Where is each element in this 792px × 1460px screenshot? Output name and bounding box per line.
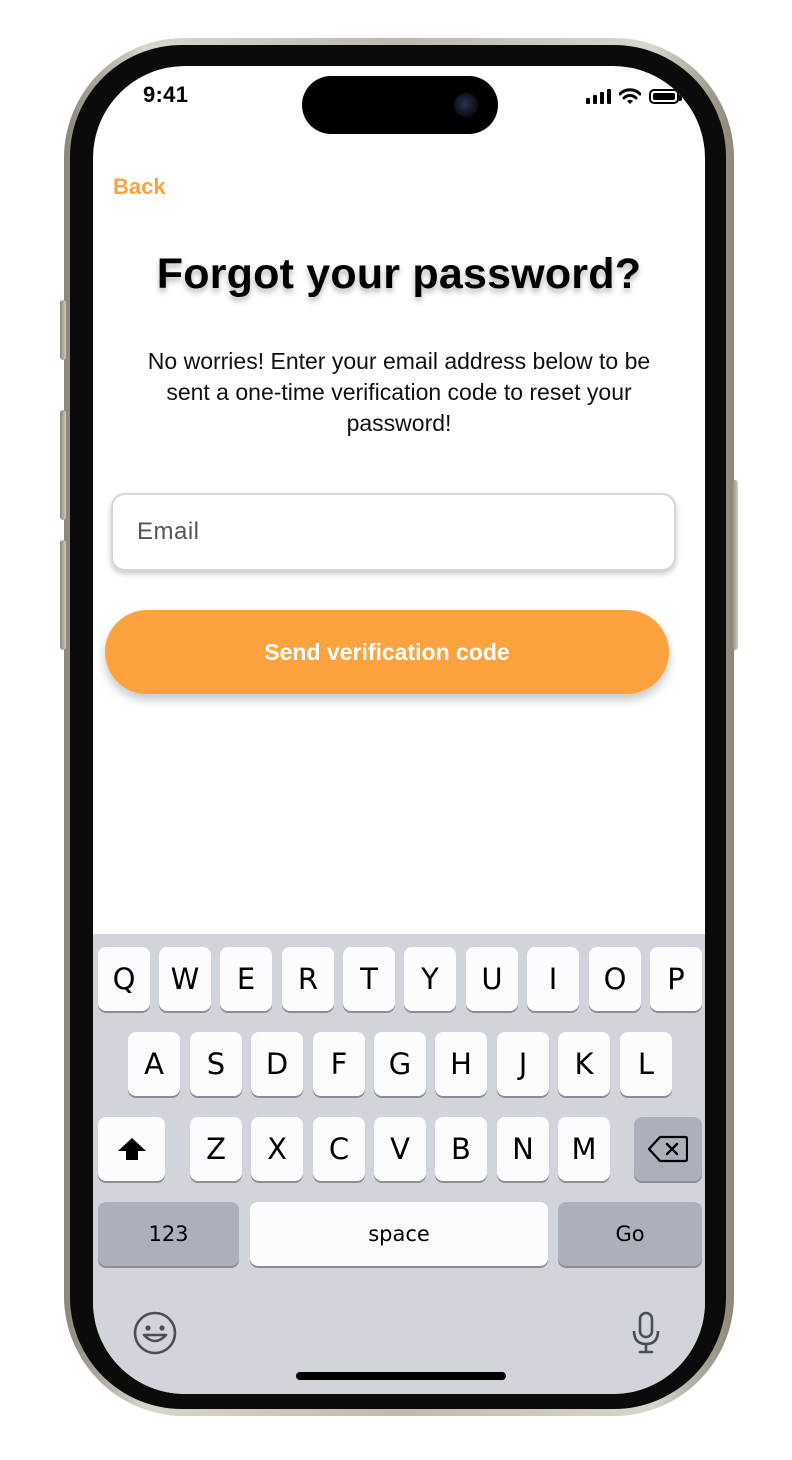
home-indicator	[296, 1372, 506, 1380]
volume-up-button	[60, 410, 66, 520]
key-j[interactable]: J	[497, 1032, 549, 1096]
page-title: Forgot your password?	[156, 250, 642, 298]
key-i[interactable]: I	[527, 947, 579, 1011]
dictation-button[interactable]	[623, 1309, 669, 1357]
keyboard: Q W E R T Y U I O P A S D F G H J K L Z …	[93, 934, 705, 1394]
send-verification-code-button[interactable]: Send verification code	[105, 610, 669, 694]
key-d[interactable]: D	[251, 1032, 303, 1096]
key-e[interactable]: E	[220, 947, 272, 1011]
key-n[interactable]: N	[497, 1117, 549, 1181]
back-link[interactable]: Back	[113, 174, 166, 200]
front-camera	[454, 93, 478, 117]
key-z[interactable]: Z	[190, 1117, 242, 1181]
key-r[interactable]: R	[282, 947, 334, 1011]
shift-icon	[117, 1138, 146, 1160]
microphone-icon	[632, 1311, 660, 1354]
key-h[interactable]: H	[435, 1032, 487, 1096]
action-button	[60, 300, 66, 360]
key-b[interactable]: B	[435, 1117, 487, 1181]
key-l[interactable]: L	[620, 1032, 672, 1096]
numbers-key[interactable]: 123	[98, 1202, 239, 1266]
key-q[interactable]: Q	[98, 947, 150, 1011]
status-icons	[586, 86, 682, 106]
volume-down-button	[60, 540, 66, 650]
key-y[interactable]: Y	[404, 947, 456, 1011]
go-key[interactable]: Go	[558, 1202, 702, 1266]
email-input[interactable]	[111, 493, 676, 571]
key-v[interactable]: V	[374, 1117, 426, 1181]
power-button	[732, 480, 738, 650]
key-w[interactable]: W	[159, 947, 211, 1011]
shift-key[interactable]	[98, 1117, 165, 1181]
emoji-icon	[133, 1311, 177, 1355]
key-p[interactable]: P	[650, 947, 702, 1011]
key-c[interactable]: C	[313, 1117, 365, 1181]
backspace-key[interactable]	[634, 1117, 702, 1181]
key-t[interactable]: T	[343, 947, 395, 1011]
space-key[interactable]: space	[250, 1202, 548, 1266]
key-f[interactable]: F	[313, 1032, 365, 1096]
key-s[interactable]: S	[190, 1032, 242, 1096]
emoji-button[interactable]	[131, 1309, 179, 1357]
key-a[interactable]: A	[128, 1032, 180, 1096]
cellular-signal-icon	[586, 88, 611, 104]
dynamic-island	[302, 76, 498, 134]
key-m[interactable]: M	[558, 1117, 610, 1181]
key-u[interactable]: U	[466, 947, 518, 1011]
key-x[interactable]: X	[251, 1117, 303, 1181]
wifi-icon	[619, 87, 641, 104]
screen: 9:41 Back Forgot your password? No worri…	[93, 66, 705, 1394]
page-subtitle: No worries! Enter your email address bel…	[147, 348, 651, 436]
battery-icon	[649, 88, 682, 104]
key-o[interactable]: O	[589, 947, 641, 1011]
status-time: 9:41	[143, 82, 189, 107]
backspace-icon	[648, 1135, 688, 1163]
key-k[interactable]: K	[558, 1032, 610, 1096]
key-g[interactable]: G	[374, 1032, 426, 1096]
